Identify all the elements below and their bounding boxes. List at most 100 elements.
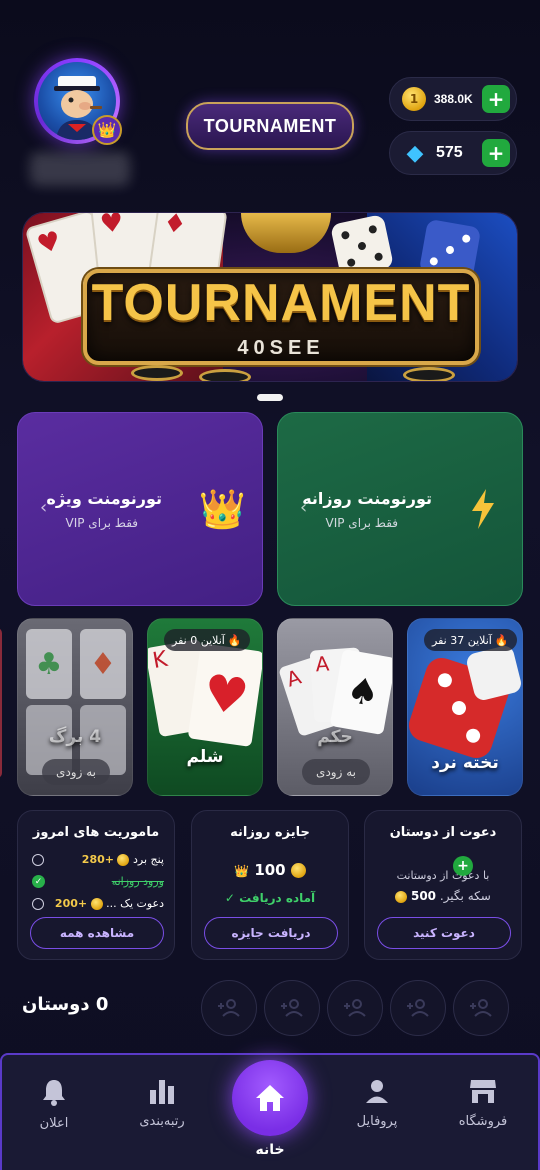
add-friend-slot[interactable]	[264, 980, 320, 1036]
nav-profile-label: پروفایل	[356, 1114, 398, 1129]
nav-shop[interactable]: فروشگاه	[429, 1078, 537, 1129]
daily-tournament-subtitle: فقط برای VIP	[325, 516, 399, 530]
tournament-label: TOURNAMENT	[203, 115, 337, 136]
invite-title: دعوت از دوستان	[389, 825, 497, 840]
invite-friends-card: دعوت از دوستان + با دعوت از دوستانت سکه …	[364, 810, 522, 960]
banner-subtitle: 40SEE	[237, 337, 325, 359]
daily-reward-card: جایزه روزانه 👑 100 آماده دریافت ✓ دریافت…	[191, 810, 349, 960]
club-icon: ♣	[26, 629, 72, 699]
vip-tournament-card[interactable]: 👑 تورنومنت ویژه فقط برای VIP ‹	[17, 412, 263, 606]
chip-icon	[199, 369, 251, 381]
crown-icon: 👑	[92, 115, 122, 145]
gem-value: 575	[436, 144, 463, 161]
invite-reward: سکه بگیر. 500	[365, 889, 521, 903]
add-user-icon	[281, 999, 303, 1017]
chevron-left-icon: ‹	[40, 497, 48, 518]
game-tile-backgammon[interactable]: 🔥 آنلاین 37 نفر تخته نرد	[407, 618, 523, 796]
game-tile-shelem[interactable]: K ♥ 🔥 آنلاین 0 نفر شلم	[147, 618, 263, 796]
check-icon: ✓	[224, 891, 235, 905]
nav-notifications-label: اعلان	[39, 1116, 69, 1131]
diamond-suit-icon: ♦	[80, 629, 126, 699]
add-friend-slot[interactable]	[327, 980, 383, 1036]
carousel-indicator[interactable]	[257, 394, 283, 401]
dice-icon	[464, 643, 522, 703]
coming-soon-badge: به زودی	[42, 759, 110, 785]
mission-label: ورود روزانه	[111, 875, 164, 888]
coin-balance: 1 388.0K +	[389, 77, 517, 121]
lightning-icon	[470, 489, 496, 533]
game-name: حکم	[317, 727, 353, 747]
crown-icon: 👑	[198, 487, 246, 531]
add-user-icon	[407, 999, 429, 1017]
add-friend-slot[interactable]	[201, 980, 257, 1036]
daily-tournament-card[interactable]: تورنومنت روزانه فقط برای VIP ‹	[277, 412, 523, 606]
nav-ranking[interactable]: رتبه‌بندی	[108, 1078, 216, 1129]
daily-reward-status: آماده دریافت ✓	[224, 891, 316, 905]
nav-ranking-label: رتبه‌بندی	[139, 1114, 185, 1129]
daily-reward-amount: 👑 100	[192, 861, 348, 879]
tournament-button[interactable]: TOURNAMENT	[186, 102, 354, 150]
chip-icon	[131, 365, 183, 381]
game-name: 4 برگ	[48, 727, 102, 747]
store-icon	[470, 1080, 496, 1103]
banner-title: TOURNAMENT	[91, 274, 471, 332]
mission-row: دعوت یک ... +200	[32, 897, 164, 910]
vip-tournament-subtitle: فقط برای VIP	[65, 516, 139, 530]
nav-home-button[interactable]	[232, 1060, 308, 1136]
claim-reward-button[interactable]: دریافت جایزه	[204, 917, 338, 949]
add-friend-slot[interactable]	[453, 980, 509, 1036]
diamond-icon: ◆	[406, 140, 424, 166]
add-user-icon	[470, 999, 492, 1017]
user-icon	[366, 1080, 388, 1103]
add-user-icon	[344, 999, 366, 1017]
gem-balance: ◆ 575 +	[389, 131, 517, 175]
add-user-icon	[218, 999, 240, 1017]
check-icon: ✓	[32, 875, 45, 888]
nav-profile[interactable]: پروفایل	[323, 1078, 431, 1129]
daily-tournament-title: تورنومنت روزانه	[302, 489, 432, 508]
missions-title: ماموریت های امروز	[32, 825, 160, 840]
online-count: 🔥 آنلاین 37 نفر	[424, 629, 517, 651]
home-icon	[256, 1085, 284, 1111]
nav-shop-label: فروشگاه	[458, 1114, 508, 1129]
username-blurred	[30, 152, 130, 186]
view-all-missions-button[interactable]: مشاهده همه	[30, 917, 164, 949]
coin-icon	[290, 863, 306, 878]
coin-icon: 1	[402, 87, 426, 111]
mission-checkbox	[32, 897, 44, 910]
coming-soon-badge: به زودی	[302, 759, 370, 785]
missions-card: ماموریت های امروز پنج برد +280 ورود روزا…	[17, 810, 175, 960]
heart-icon: ♥	[187, 643, 262, 747]
invite-button[interactable]: دعوت کنید	[377, 917, 511, 949]
nav-home-label: خانه	[255, 1142, 285, 1158]
tournament-banner[interactable]: ♥ ♥ ♦ TOURNAMENT 40SEE	[22, 212, 518, 382]
game-tile-partial[interactable]	[0, 628, 2, 778]
chip-icon	[403, 367, 455, 381]
bell-icon	[43, 1080, 65, 1106]
vip-tournament-title: تورنومنت ویژه	[46, 489, 162, 508]
game-name: تخته نرد	[431, 753, 499, 773]
mission-label: دعوت یک ... +200	[54, 897, 164, 910]
crown-icon: 👑	[234, 864, 250, 878]
add-coins-button[interactable]: +	[482, 85, 510, 113]
invite-desc: با دعوت از دوستانت	[396, 869, 490, 882]
add-gems-button[interactable]: +	[482, 139, 510, 167]
mission-row: ورود روزانه ✓	[32, 875, 164, 888]
fire-icon: 🔥	[494, 633, 509, 647]
coin-value: 388.0K	[434, 92, 473, 106]
trophy-icon	[241, 213, 331, 253]
online-count: 🔥 آنلاین 0 نفر	[164, 629, 250, 651]
chevron-left-icon: ‹	[300, 497, 308, 518]
nav-notifications[interactable]: اعلان	[0, 1078, 108, 1131]
daily-reward-title: جایزه روزانه	[230, 825, 310, 840]
game-tile-hokm[interactable]: A A ♠ حکم به زودی	[277, 618, 393, 796]
mission-label: پنج برد +280	[81, 853, 164, 866]
fire-icon: 🔥	[227, 633, 242, 647]
mission-checkbox	[32, 853, 44, 866]
add-friend-slot[interactable]	[390, 980, 446, 1036]
bar-chart-icon	[150, 1080, 174, 1104]
game-tile-4barg[interactable]: ♣ ♦ 4 برگ به زودی	[17, 618, 133, 796]
mission-row: پنج برد +280	[32, 853, 164, 866]
game-name: شلم	[186, 747, 224, 767]
coin-icon	[395, 890, 408, 903]
